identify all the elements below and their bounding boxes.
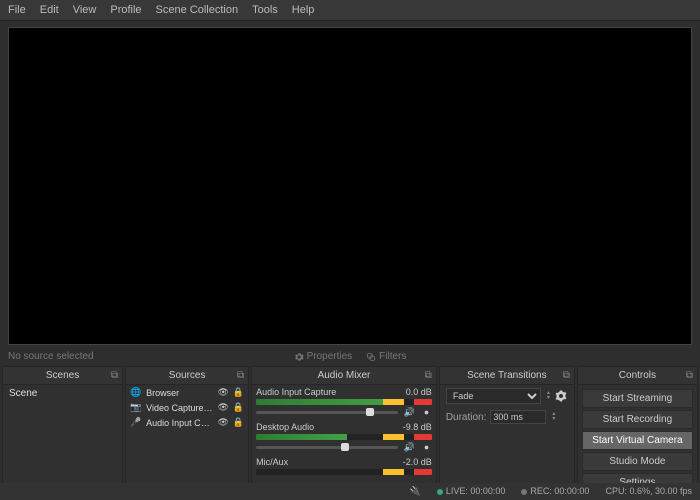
channel-db: 0.0 dB bbox=[406, 387, 432, 397]
speaker-icon[interactable]: 🔊 bbox=[404, 407, 415, 418]
source-row[interactable]: 📷 Video Capture De… 👁 🔒 bbox=[126, 400, 248, 415]
menu-view[interactable]: View bbox=[73, 4, 97, 16]
transitions-title: Scene Transitions bbox=[467, 370, 547, 381]
popout-icon[interactable]: ⧉ bbox=[425, 370, 432, 381]
source-row[interactable]: 🎤 Audio Input Capt… 👁 🔒 bbox=[126, 415, 248, 430]
popout-icon[interactable]: ⧉ bbox=[686, 370, 693, 381]
scenes-title: Scenes bbox=[46, 370, 79, 381]
menu-bar: File Edit View Profile Scene Collection Tools… bbox=[0, 0, 700, 21]
scenes-panel: Scenes⧉ Scene ＋ − ∧ ∨ bbox=[2, 366, 123, 500]
popout-icon[interactable]: ⧉ bbox=[563, 370, 570, 381]
spinner-icon[interactable]: ▴▾ bbox=[552, 412, 555, 422]
mixer-channel: Mic/Aux -2.0 dB bbox=[252, 455, 436, 479]
visibility-toggle[interactable]: 👁 bbox=[217, 417, 228, 428]
channel-gear-button[interactable] bbox=[421, 407, 432, 418]
channel-db: -9.8 dB bbox=[403, 422, 432, 432]
camera-icon: 📷 bbox=[130, 402, 142, 413]
menu-scene-collection[interactable]: Scene Collection bbox=[156, 4, 239, 16]
lock-toggle[interactable]: 🔒 bbox=[233, 402, 244, 413]
status-bar: 🔌 LIVE: 00:00:00 REC: 00:00:00 CPU: 0.6%… bbox=[0, 483, 700, 500]
visibility-toggle[interactable]: 👁 bbox=[217, 402, 228, 413]
sources-panel: Sources⧉ 🌐Browser👁🔒📷Video Capture De…👁🔒🎤… bbox=[125, 366, 249, 500]
channel-db: -2.0 dB bbox=[403, 457, 432, 467]
audio-meter bbox=[256, 469, 432, 475]
gear-icon bbox=[555, 390, 567, 402]
duration-label: Duration: bbox=[446, 412, 487, 423]
filters-button[interactable]: Filters bbox=[366, 351, 406, 362]
gear-icon bbox=[421, 407, 432, 418]
menu-file[interactable]: File bbox=[8, 4, 26, 16]
properties-button[interactable]: Properties bbox=[294, 351, 353, 362]
audio-meter bbox=[256, 399, 432, 405]
preview-canvas[interactable] bbox=[8, 27, 692, 345]
live-status: LIVE: 00:00:00 bbox=[437, 486, 506, 497]
controls-panel: Controls ⧉ Start Streaming Start Recording… bbox=[577, 366, 698, 500]
start-recording-button[interactable]: Start Recording bbox=[582, 410, 693, 429]
source-label: Audio Input Capt… bbox=[146, 418, 213, 428]
menu-help[interactable]: Help bbox=[292, 4, 315, 16]
no-source-label: No source selected bbox=[8, 351, 231, 362]
source-row[interactable]: 🌐 Browser 👁 🔒 bbox=[126, 385, 248, 400]
menu-edit[interactable]: Edit bbox=[40, 4, 59, 16]
mic-icon: 🎤 bbox=[130, 417, 142, 428]
filter-icon bbox=[366, 352, 376, 362]
source-toolbar: No source selected Properties Filters bbox=[0, 347, 700, 366]
channel-name: Mic/Aux bbox=[256, 457, 288, 467]
transition-props-button[interactable] bbox=[554, 389, 568, 403]
start-virtual-camera-button[interactable]: Start Virtual Camera bbox=[582, 431, 693, 450]
globe-icon: 🌐 bbox=[130, 387, 142, 398]
volume-slider[interactable] bbox=[256, 446, 397, 449]
rec-status: REC: 00:00:00 bbox=[521, 486, 589, 497]
transition-select[interactable]: Fade bbox=[446, 388, 541, 404]
duration-input[interactable] bbox=[490, 410, 546, 424]
lock-toggle[interactable]: 🔒 bbox=[233, 417, 244, 428]
source-label: Video Capture De… bbox=[146, 403, 213, 413]
audio-meter bbox=[256, 434, 432, 440]
speaker-icon[interactable]: 🔊 bbox=[404, 442, 415, 453]
cpu-status: CPU: 0.6%, 30.00 fps bbox=[605, 486, 692, 497]
sources-title: Sources bbox=[169, 370, 206, 381]
gear-icon bbox=[294, 352, 304, 362]
scene-item[interactable]: Scene bbox=[3, 385, 122, 402]
audio-mixer-panel: Audio Mixer⧉ Audio Input Capture0.0 dB🔊D… bbox=[251, 366, 437, 500]
volume-slider[interactable] bbox=[256, 411, 397, 414]
menu-profile[interactable]: Profile bbox=[110, 4, 141, 16]
mixer-channel: Audio Input Capture 0.0 dB 🔊 bbox=[252, 385, 436, 420]
source-label: Browser bbox=[146, 388, 213, 398]
controls-title: Controls bbox=[619, 370, 656, 381]
popout-icon[interactable]: ⧉ bbox=[237, 370, 244, 381]
start-streaming-button[interactable]: Start Streaming bbox=[582, 389, 693, 408]
visibility-toggle[interactable]: 👁 bbox=[217, 387, 228, 398]
transitions-panel: Scene Transitions ⧉ Fade ▴▾ Duration: ▴▾ bbox=[439, 366, 575, 500]
menu-tools[interactable]: Tools bbox=[252, 4, 278, 16]
connection-icon: 🔌 bbox=[410, 486, 421, 497]
gear-icon bbox=[421, 442, 432, 453]
popout-icon[interactable]: ⧉ bbox=[111, 370, 118, 381]
mixer-title: Audio Mixer bbox=[318, 370, 371, 381]
channel-name: Desktop Audio bbox=[256, 422, 314, 432]
channel-gear-button[interactable] bbox=[421, 442, 432, 453]
spinner-icon[interactable]: ▴▾ bbox=[547, 391, 550, 401]
studio-mode-button[interactable]: Studio Mode bbox=[582, 452, 693, 471]
channel-name: Audio Input Capture bbox=[256, 387, 336, 397]
mixer-channel: Desktop Audio -9.8 dB 🔊 bbox=[252, 420, 436, 455]
lock-toggle[interactable]: 🔒 bbox=[233, 387, 244, 398]
